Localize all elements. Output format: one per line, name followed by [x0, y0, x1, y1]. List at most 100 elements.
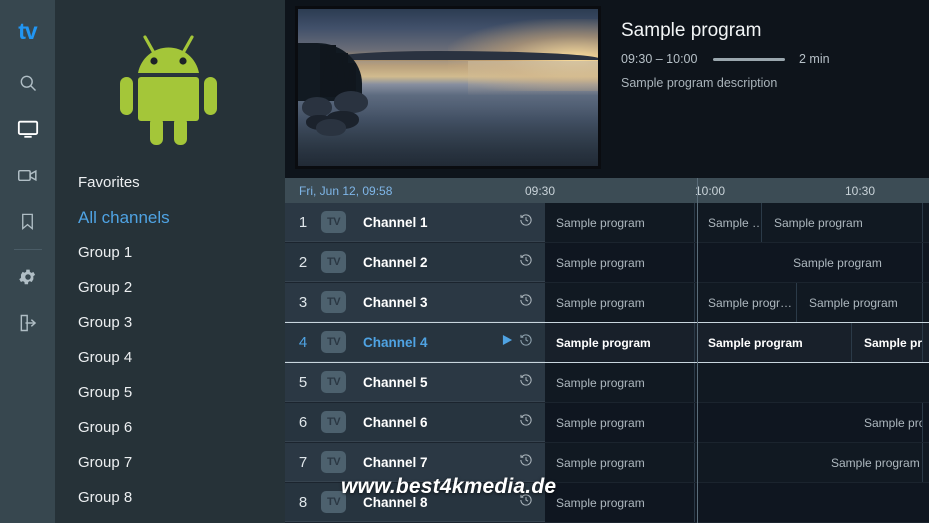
play-icon[interactable]: [502, 333, 513, 351]
channel-cell[interactable]: 8 TV Channel 8: [285, 483, 545, 522]
channel-cell[interactable]: 6 TV Channel 6: [285, 403, 545, 442]
channel-icons: [502, 333, 545, 352]
program-track: Sample program Sample program Sample pro: [545, 323, 929, 362]
epg-row[interactable]: 8 TV Channel 8 Sample program: [285, 483, 929, 523]
epg-timeline-header: Fri, Jun 12, 09:58 09:30 10:00 10:30: [285, 178, 929, 203]
rock-2: [334, 91, 368, 113]
bookmark-icon[interactable]: [0, 198, 55, 244]
search-icon[interactable]: [0, 60, 55, 106]
group-item[interactable]: Group 5: [55, 375, 285, 410]
channel-cell[interactable]: 7 TV Channel 7: [285, 443, 545, 482]
group-item[interactable]: Group 1: [55, 235, 285, 270]
channel-cell[interactable]: 2 TV Channel 2: [285, 243, 545, 282]
channel-cell[interactable]: 4 TV Channel 4: [285, 323, 545, 362]
channel-name: Channel 7: [363, 454, 428, 470]
program-block[interactable]: Sample program: [763, 203, 923, 242]
clock-history-icon[interactable]: [519, 453, 533, 472]
epg-row[interactable]: 1 TV Channel 1 Sample program Sample … Sample…: [285, 203, 929, 243]
thumbnail-image: [298, 9, 598, 166]
channel-logo: TV: [321, 451, 346, 473]
channel-name: Channel 6: [363, 414, 428, 430]
epg-row[interactable]: 6 TV Channel 6 Sample program Sample pro: [285, 403, 929, 443]
program-block[interactable]: Sample program: [545, 203, 695, 242]
channel-logo: TV: [321, 251, 346, 273]
group-item[interactable]: Group 7: [55, 445, 285, 480]
channel-name: Channel 3: [363, 294, 428, 310]
rail-divider: [13, 249, 42, 250]
program-title: Sample program: [621, 20, 762, 41]
program-block[interactable]: Sample program: [820, 443, 923, 482]
program-block[interactable]: Sample program: [545, 323, 695, 362]
clock-history-icon[interactable]: [519, 493, 533, 512]
program-block[interactable]: Sample program: [798, 283, 923, 322]
timeline-tick: 10:00: [695, 184, 726, 198]
app-root: tv Favorites All channels Group 1 Group …: [0, 0, 929, 523]
program-progress-bar: [713, 57, 785, 61]
channel-icons: [519, 293, 545, 312]
program-meta: 09:30 – 10:00 2 min: [621, 52, 929, 66]
channel-icons: [519, 253, 545, 272]
clock-history-icon[interactable]: [519, 293, 533, 312]
exit-icon[interactable]: [0, 300, 55, 346]
channel-cell[interactable]: 1 TV Channel 1: [285, 203, 545, 242]
channel-number: 5: [298, 373, 308, 391]
tree-silhouettes: [298, 17, 370, 101]
clock-history-icon[interactable]: [519, 253, 533, 272]
channel-cell[interactable]: 3 TV Channel 3: [285, 283, 545, 322]
program-track: Sample program Sample … Sample program: [545, 203, 929, 242]
group-item[interactable]: All channels: [55, 200, 285, 235]
rock-3: [316, 119, 346, 136]
channel-number: 3: [298, 293, 308, 311]
video-camera-icon[interactable]: [0, 152, 55, 198]
channel-logo: TV: [321, 411, 346, 433]
app-logo: tv: [18, 17, 37, 44]
program-block[interactable]: Sample program: [697, 323, 852, 362]
epg-row[interactable]: 2 TV Channel 2 Sample program Sample program: [285, 243, 929, 283]
group-item[interactable]: Group 8: [55, 480, 285, 515]
group-item[interactable]: Group 3: [55, 305, 285, 340]
channel-number: 4: [298, 333, 308, 351]
timeline-tick: 10:30: [845, 184, 876, 198]
channel-cell[interactable]: 5 TV Channel 5: [285, 363, 545, 402]
program-block[interactable]: Sample program: [545, 243, 695, 282]
icon-rail: tv: [0, 0, 55, 523]
epg-row[interactable]: 4 TV Channel 4 Sample program Sample program…: [285, 322, 929, 363]
channel-number: 2: [298, 253, 308, 271]
program-description: Sample program description: [621, 76, 778, 90]
program-block[interactable]: Sample program: [753, 243, 923, 282]
program-block[interactable]: Sample program: [545, 483, 695, 522]
clock-history-icon[interactable]: [519, 413, 533, 432]
channel-logo: TV: [321, 491, 346, 513]
program-track: Sample program Sample progr… Sample progra…: [545, 283, 929, 322]
channel-name: Channel 2: [363, 254, 428, 270]
program-block[interactable]: Sample pro: [853, 403, 923, 442]
group-item[interactable]: Group 6: [55, 410, 285, 445]
tv-icon[interactable]: [0, 106, 55, 152]
program-block[interactable]: Sample program: [545, 283, 695, 322]
program-track: Sample program: [545, 483, 929, 522]
group-item[interactable]: Group 4: [55, 340, 285, 375]
program-block[interactable]: Sample program: [545, 363, 695, 402]
epg-row[interactable]: 5 TV Channel 5 Sample program: [285, 363, 929, 403]
clock-history-icon[interactable]: [519, 213, 533, 232]
program-block[interactable]: Sample program: [545, 443, 695, 482]
group-item[interactable]: Group 2: [55, 270, 285, 305]
channel-logo: TV: [321, 371, 346, 393]
program-track: Sample program Sample pro: [545, 403, 929, 442]
program-track: Sample program Sample program: [545, 243, 929, 282]
program-block[interactable]: Sample progr…: [697, 283, 797, 322]
program-block[interactable]: Sample program: [545, 403, 695, 442]
clock-history-icon[interactable]: [519, 373, 533, 392]
gear-icon[interactable]: [0, 254, 55, 300]
clock-history-icon[interactable]: [519, 333, 533, 352]
program-block[interactable]: Sample pro: [853, 323, 923, 362]
channel-name: Channel 8: [363, 494, 428, 510]
epg-row[interactable]: 7 TV Channel 7 Sample program Sample program: [285, 443, 929, 483]
channel-name: Channel 5: [363, 374, 428, 390]
program-block[interactable]: Sample …: [697, 203, 762, 242]
channel-number: 6: [298, 413, 308, 431]
main-content: Sample program 09:30 – 10:00 2 min Sampl…: [285, 0, 929, 523]
epg-row[interactable]: 3 TV Channel 3 Sample program Sample progr… S…: [285, 283, 929, 323]
group-item[interactable]: Favorites: [55, 165, 285, 200]
video-thumbnail[interactable]: [295, 6, 601, 169]
